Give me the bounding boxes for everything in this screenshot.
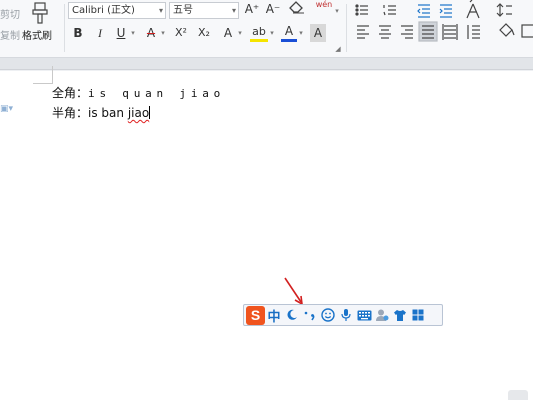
- superscript-button[interactable]: X²: [171, 24, 191, 42]
- align-right-icon: [401, 25, 413, 39]
- user-icon[interactable]: [373, 305, 391, 325]
- format-painter-icon: [32, 2, 48, 24]
- align-center-icon: [379, 25, 391, 39]
- document-line-halfwidth: 半角：is ban jiao: [52, 104, 151, 121]
- grow-font-button[interactable]: A⁺: [243, 0, 261, 18]
- align-left-icon: [357, 25, 369, 39]
- sogou-logo-icon[interactable]: S: [246, 305, 265, 325]
- ribbon-collapse-bar: [0, 58, 533, 70]
- emoji-icon[interactable]: [319, 305, 337, 325]
- punctuation-icon[interactable]: [301, 305, 319, 325]
- numbering-icon: [383, 5, 396, 16]
- arrow-sort-icon: [496, 3, 512, 17]
- line-text: is quan jiao: [88, 87, 226, 100]
- format-painter-label: 格式刷: [22, 31, 52, 42]
- line-label: 半角：: [52, 106, 89, 120]
- chevron-down-icon[interactable]: ▾: [333, 2, 341, 20]
- phonetic-guide-button[interactable]: wén: [314, 0, 334, 18]
- chevron-down-icon[interactable]: ▾: [159, 24, 167, 42]
- chevron-down-icon[interactable]: ▾: [129, 24, 137, 42]
- underline-button[interactable]: U: [113, 24, 129, 42]
- line-label: 全角：: [52, 86, 89, 100]
- strikethrough-button[interactable]: A: [143, 24, 159, 42]
- shrink-font-button[interactable]: A⁻: [264, 0, 282, 18]
- eraser-icon: [289, 1, 304, 14]
- moon-icon[interactable]: [283, 305, 301, 325]
- line-text: is ban: [88, 106, 128, 120]
- line-spacing-icon: [467, 25, 480, 39]
- paragraph-layout-icon[interactable]: ▣▾: [0, 104, 13, 114]
- group-divider: [346, 4, 347, 52]
- ribbon-toolbar: 剪切 复制 格式刷 Calibri (正文) ▾ 五号 ▾ A⁺ A⁻ wén …: [0, 0, 533, 58]
- scrollbar-thumb[interactable]: [508, 390, 528, 400]
- cut-button[interactable]: 剪切: [0, 6, 20, 21]
- chevron-down-icon[interactable]: ▾: [297, 24, 305, 42]
- skin-shirt-icon[interactable]: [391, 305, 409, 325]
- margin-corner-mark: [52, 66, 53, 84]
- show-hide-icon: [466, 0, 480, 19]
- text-caret: [149, 106, 151, 119]
- annotation-arrow: [284, 277, 303, 306]
- shading-icon: [499, 23, 515, 37]
- chevron-down-icon[interactable]: ▾: [232, 3, 236, 18]
- copy-button[interactable]: 复制: [0, 27, 20, 42]
- keyboard-icon[interactable]: [355, 305, 373, 325]
- margin-corner-mark: [33, 83, 53, 84]
- spellcheck-word: jiao: [127, 106, 150, 120]
- decrease-indent-icon: [417, 4, 430, 18]
- chevron-down-icon[interactable]: ▾: [236, 24, 244, 42]
- bold-button[interactable]: B: [70, 24, 86, 42]
- ime-status-bar: S 中: [243, 304, 443, 326]
- text-effects-button[interactable]: A: [220, 24, 236, 42]
- subscript-button[interactable]: X₂: [194, 24, 214, 42]
- paragraph-tools: [355, 0, 533, 42]
- bullets-icon: [355, 4, 368, 16]
- font-color-button[interactable]: A: [281, 24, 297, 42]
- font-name-select[interactable]: Calibri (正文) ▾: [68, 2, 166, 19]
- font-size-select[interactable]: 五号 ▾: [169, 2, 239, 19]
- document-line-fullwidth: 全角：is quan jiao: [52, 84, 225, 101]
- font-name-value: Calibri (正文): [72, 5, 135, 16]
- char-shading-button[interactable]: A: [310, 24, 326, 42]
- dialog-launcher-icon[interactable]: ◢: [334, 40, 342, 58]
- group-divider: [64, 4, 65, 52]
- clipboard-group: 剪切 复制 格式刷: [0, 0, 62, 58]
- highlight-button[interactable]: ab: [250, 24, 268, 42]
- microphone-icon[interactable]: [337, 305, 355, 325]
- chevron-down-icon[interactable]: ▾: [268, 24, 276, 42]
- toolbox-grid-icon[interactable]: [409, 305, 427, 325]
- font-size-value: 五号: [173, 5, 193, 16]
- border-icon: [521, 24, 533, 38]
- clear-format-button[interactable]: [288, 0, 306, 18]
- chevron-down-icon[interactable]: ▾: [159, 3, 163, 18]
- ime-mode-toggle[interactable]: 中: [265, 305, 283, 325]
- distribute-icon: [442, 24, 458, 40]
- italic-button[interactable]: I: [92, 24, 108, 42]
- increase-indent-icon: [439, 4, 452, 18]
